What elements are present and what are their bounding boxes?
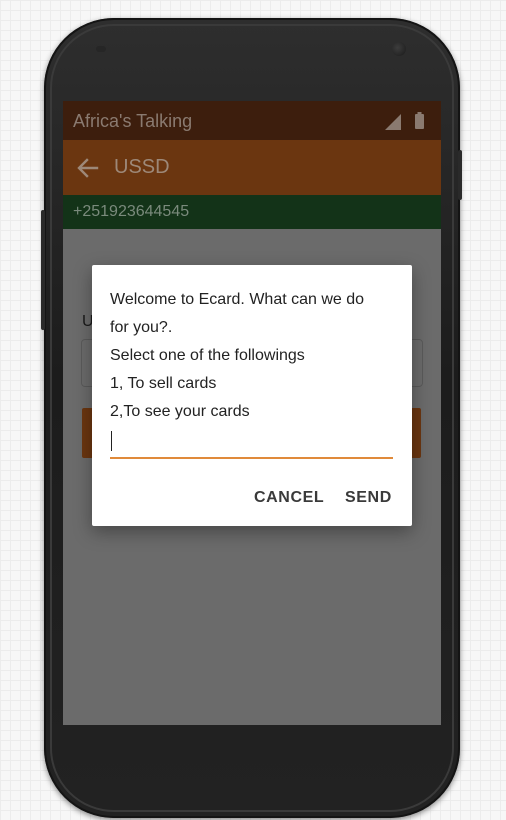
- ussd-dialog: Welcome to Ecard. What can we do for you…: [92, 265, 412, 526]
- message-line: 1, To sell cards: [110, 375, 217, 392]
- status-app-name: Africa's Talking: [73, 111, 193, 131]
- ussd-reply-input[interactable]: [110, 427, 393, 459]
- front-camera: [392, 42, 406, 56]
- toolbar-title: USSD: [114, 156, 170, 178]
- power-button: [458, 150, 462, 200]
- message-line: 2,To see your cards: [110, 403, 250, 420]
- phone-number-bar: +251923644545: [63, 195, 441, 229]
- ussd-message: Welcome to Ecard. What can we do for you…: [110, 286, 400, 426]
- volume-button: [41, 210, 45, 330]
- text-cursor: [111, 431, 112, 451]
- message-line: Select one of the followings: [110, 347, 305, 364]
- battery-icon: [415, 112, 424, 129]
- signal-icon: [385, 114, 401, 130]
- app-toolbar: USSD: [63, 140, 441, 195]
- proximity-sensor: [96, 46, 106, 52]
- message-line: Welcome to Ecard. What can we do: [110, 291, 365, 308]
- back-arrow-icon[interactable]: [77, 157, 99, 179]
- status-bar: Africa's Talking: [63, 101, 441, 140]
- message-line: for you?.: [110, 319, 173, 336]
- send-button[interactable]: SEND: [345, 489, 392, 507]
- phone-number: +251923644545: [73, 203, 190, 220]
- cancel-button[interactable]: CANCEL: [254, 489, 324, 507]
